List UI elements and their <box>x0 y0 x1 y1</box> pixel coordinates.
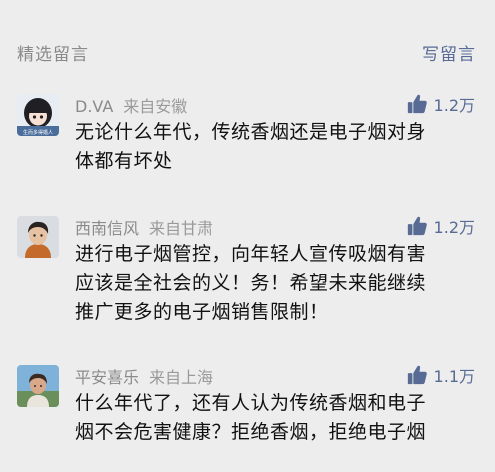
like-button[interactable]: 1.2万 <box>406 214 475 238</box>
comment-author-row: 平安喜乐 来自上海 <box>75 364 213 388</box>
section-title: 精选留言 <box>17 45 89 65</box>
comment-line: 进行电子烟管控，向年轻人宣传吸烟有害 <box>75 243 427 265</box>
comment-author-row: D.VA 来自安徽 <box>75 93 187 117</box>
comment-author[interactable]: D.VA <box>75 97 113 116</box>
avatar[interactable] <box>17 365 59 407</box>
comment-text: 进行电子烟管控，向年轻人宣传吸烟有害 应该是全社会的义！务！希望未来能继续 推广… <box>75 240 475 327</box>
like-count: 1.2万 <box>433 218 475 237</box>
thumbs-up-icon <box>407 94 427 114</box>
comment-line: 烟不会危害健康？拒绝香烟，拒绝电子烟 <box>75 421 427 443</box>
anime-girl-avatar-icon: 生而多得婚人 <box>17 94 59 136</box>
comment-line: 推广更多的电子烟销售限制！ <box>75 301 329 323</box>
comment-author[interactable]: 西南信风 <box>75 219 139 238</box>
comment-text: 无论什么年代，传统香烟还是电子烟对身 体都有坏处 <box>75 118 475 176</box>
avatar[interactable] <box>17 216 59 258</box>
thumbs-up-icon <box>407 365 427 385</box>
comments-header: 精选留言 写留言 <box>0 0 495 100</box>
comment-text: 什么年代了，还有人认为传统香烟和电子 烟不会危害健康？拒绝香烟，拒绝电子烟 <box>75 389 475 447</box>
avatar-caption: 生而多得婚人 <box>23 129 53 136</box>
thumbs-up-icon <box>407 216 427 236</box>
comment-line: 体都有坏处 <box>75 150 173 172</box>
like-button[interactable]: 1.2万 <box>406 92 475 116</box>
like-count: 1.1万 <box>433 367 475 386</box>
comment-line: 应该是全社会的义！务！希望未来能继续 <box>75 272 427 294</box>
like-count: 1.2万 <box>433 96 475 115</box>
comment-author-row: 西南信风 来自甘肃 <box>75 215 213 239</box>
comment-location: 来自甘肃 <box>149 219 214 238</box>
avatar[interactable]: 生而多得婚人 <box>17 94 59 136</box>
person-photo-avatar-icon <box>17 216 59 258</box>
write-comment-button[interactable]: 写留言 <box>422 40 476 65</box>
like-button[interactable]: 1.1万 <box>406 363 475 387</box>
comment-line: 什么年代了，还有人认为传统香烟和电子 <box>75 392 427 414</box>
comment-line: 无论什么年代，传统香烟还是电子烟对身 <box>75 121 427 143</box>
outdoor-photo-avatar-icon <box>17 365 59 407</box>
comment-author[interactable]: 平安喜乐 <box>75 368 139 387</box>
comment-location: 来自上海 <box>149 368 214 387</box>
comment-location: 来自安徽 <box>123 97 188 116</box>
